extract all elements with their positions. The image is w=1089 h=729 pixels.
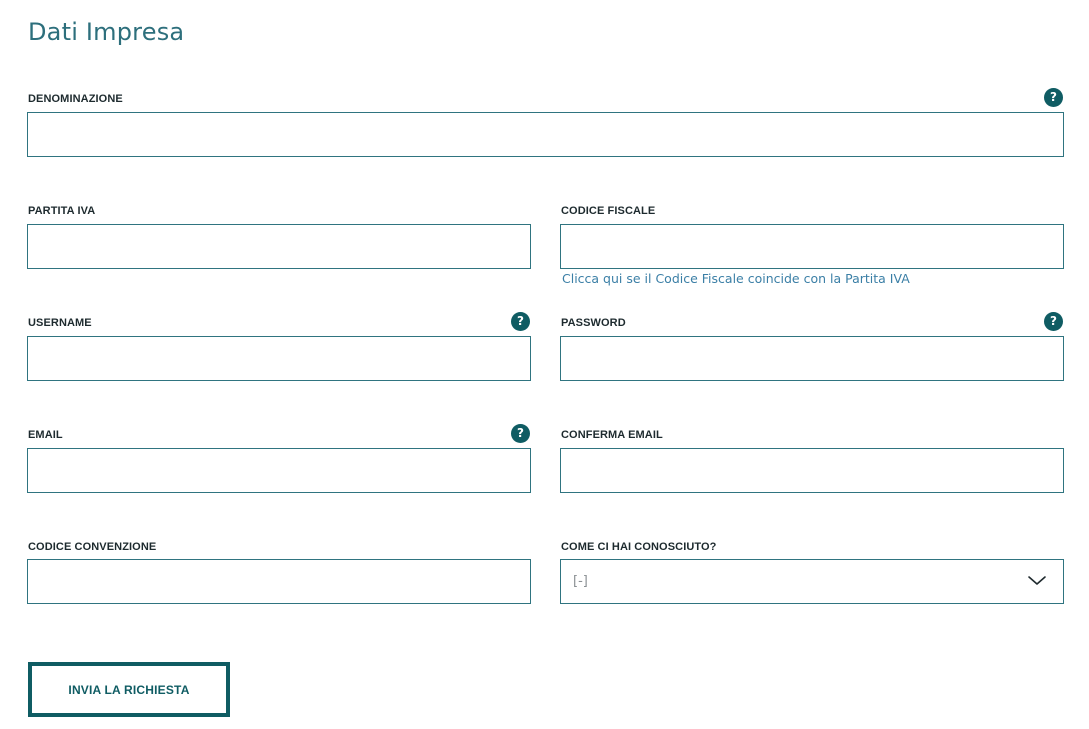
partita-iva-input[interactable] [27, 224, 531, 269]
come-ci-hai-conosciuto-select[interactable]: [-] [560, 559, 1064, 604]
codice-fiscale-same-as-piva-link[interactable]: Clicca qui se il Codice Fiscale coincide… [562, 271, 910, 286]
codice-convenzione-label: CODICE CONVENZIONE [28, 541, 157, 553]
denominazione-label: DENOMINAZIONE [28, 93, 123, 105]
codice-fiscale-input[interactable] [560, 224, 1064, 269]
email-help-icon[interactable]: ? [511, 424, 530, 443]
username-label: USERNAME [28, 317, 92, 329]
email-input[interactable] [27, 448, 531, 493]
email-label: EMAIL [28, 429, 63, 441]
username-help-icon[interactable]: ? [511, 312, 530, 331]
denominazione-input[interactable] [27, 112, 1064, 157]
password-input[interactable] [560, 336, 1064, 381]
codice-convenzione-input[interactable] [27, 559, 531, 604]
codice-fiscale-label: CODICE FISCALE [561, 205, 656, 217]
password-label: PASSWORD [561, 317, 626, 329]
username-input[interactable] [27, 336, 531, 381]
select-selected-value: [-] [573, 574, 588, 589]
come-ci-hai-conosciuto-label: COME CI HAI CONOSCIUTO? [561, 541, 717, 553]
page-title: Dati Impresa [28, 18, 185, 46]
denominazione-help-icon[interactable]: ? [1044, 88, 1063, 107]
conferma-email-input[interactable] [560, 448, 1064, 493]
submit-button[interactable]: INVIA LA RICHIESTA [28, 662, 230, 717]
password-help-icon[interactable]: ? [1044, 312, 1063, 331]
partita-iva-label: PARTITA IVA [28, 205, 96, 217]
conferma-email-label: CONFERMA EMAIL [561, 429, 663, 441]
chevron-down-icon [1028, 576, 1046, 585]
